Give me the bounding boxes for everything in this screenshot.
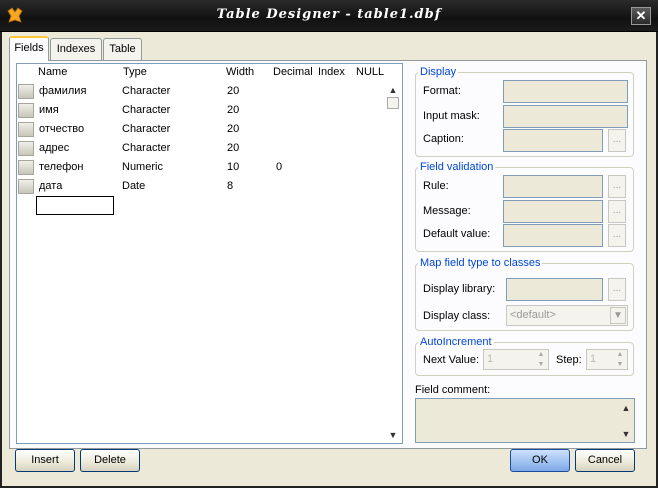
display-library-input[interactable] [506, 278, 603, 301]
field-type[interactable]: Numeric [122, 161, 163, 173]
row-selector[interactable] [18, 179, 34, 194]
display-library-builder-button[interactable]: ... [608, 278, 626, 301]
rule-builder-button[interactable]: ... [608, 175, 626, 198]
caption-builder-button[interactable]: ... [608, 129, 626, 152]
message-input[interactable] [503, 200, 603, 223]
rule-input[interactable] [503, 175, 603, 198]
message-builder-button[interactable]: ... [608, 200, 626, 223]
field-name[interactable]: дата [39, 180, 62, 192]
autoincrement-title: AutoIncrement [418, 336, 494, 348]
column-header-null[interactable]: NULL [356, 66, 384, 78]
format-label: Format: [423, 85, 461, 97]
scroll-thumb[interactable] [387, 97, 399, 109]
caption-label: Caption: [423, 133, 464, 145]
column-header-type[interactable]: Type [123, 66, 147, 78]
field-name[interactable]: фамилия [39, 85, 86, 97]
field-validation-title: Field validation [418, 161, 496, 173]
display-class-label: Display class: [423, 310, 491, 322]
message-label: Message: [423, 205, 471, 217]
field-decimal[interactable]: 0 [276, 161, 282, 173]
default-value-input[interactable] [503, 224, 603, 247]
field-comment-textarea[interactable] [415, 398, 635, 443]
field-name[interactable]: адрес [39, 142, 69, 154]
chevron-down-icon[interactable]: ▼ [610, 307, 626, 324]
display-library-label: Display library: [423, 283, 496, 295]
next-value-text: 1 [487, 353, 494, 365]
row-selector[interactable] [18, 84, 34, 99]
spin-up-icon[interactable]: ▲ [614, 350, 626, 359]
scroll-up-icon[interactable]: ▲ [387, 84, 399, 96]
spin-up-icon[interactable]: ▲ [535, 350, 547, 359]
field-type[interactable]: Character [122, 123, 170, 135]
input-mask-input[interactable] [503, 105, 628, 128]
field-type[interactable]: Character [122, 104, 170, 116]
field-width[interactable]: 8 [227, 180, 233, 192]
field-comment-label: Field comment: [415, 384, 491, 396]
scroll-up-icon[interactable]: ▲ [620, 402, 632, 414]
next-value-label: Next Value: [423, 354, 480, 366]
insert-button[interactable]: Insert [15, 449, 75, 472]
field-width[interactable]: 20 [227, 142, 239, 154]
ok-button[interactable]: OK [510, 449, 570, 472]
row-selector[interactable] [18, 141, 34, 156]
grid-vertical-scrollbar[interactable] [386, 82, 400, 442]
spin-down-icon[interactable]: ▼ [614, 360, 626, 369]
field-type[interactable]: Character [122, 142, 170, 154]
column-header-index[interactable]: Index [318, 66, 345, 78]
field-name[interactable]: телефон [39, 161, 83, 173]
tab-table[interactable]: Table [103, 38, 142, 60]
field-type[interactable]: Character [122, 85, 170, 97]
rule-label: Rule: [423, 180, 449, 192]
field-width[interactable]: 20 [227, 85, 239, 97]
scroll-down-icon[interactable]: ▼ [387, 429, 399, 441]
default-value-builder-button[interactable]: ... [608, 224, 626, 247]
row-selector[interactable] [18, 103, 34, 118]
close-icon[interactable]: ✕ [631, 7, 651, 25]
column-header-decimal[interactable]: Decimal [273, 66, 313, 78]
field-type[interactable]: Date [122, 180, 145, 192]
default-value-label: Default value: [423, 228, 491, 240]
field-width[interactable]: 20 [227, 104, 239, 116]
field-grid[interactable] [16, 63, 403, 444]
tab-fields[interactable]: Fields [9, 36, 49, 61]
format-input[interactable] [503, 80, 628, 103]
column-header-width[interactable]: Width [226, 66, 254, 78]
window-title: Table Designer - table1.dbf [216, 7, 442, 22]
spin-down-icon[interactable]: ▼ [535, 360, 547, 369]
field-name[interactable]: отчество [39, 123, 84, 135]
map-field-type-title: Map field type to classes [418, 257, 543, 269]
step-text: 1 [590, 353, 597, 365]
new-field-name-input[interactable] [36, 196, 114, 215]
field-name[interactable]: имя [39, 104, 59, 116]
delete-button[interactable]: Delete [80, 449, 140, 472]
row-selector[interactable] [18, 122, 34, 137]
column-header-name[interactable]: Name [38, 66, 67, 78]
scroll-down-icon[interactable]: ▼ [620, 428, 632, 440]
caption-input[interactable] [503, 129, 603, 152]
row-selector[interactable] [18, 160, 34, 175]
step-label: Step: [556, 354, 582, 366]
display-group-title: Display [418, 66, 459, 78]
cancel-button[interactable]: Cancel [575, 449, 635, 472]
input-mask-label: Input mask: [423, 110, 480, 122]
field-width[interactable]: 20 [227, 123, 239, 135]
tab-indexes[interactable]: Indexes [50, 38, 102, 60]
display-class-value: <default> [510, 309, 556, 321]
field-width[interactable]: 10 [227, 161, 239, 173]
